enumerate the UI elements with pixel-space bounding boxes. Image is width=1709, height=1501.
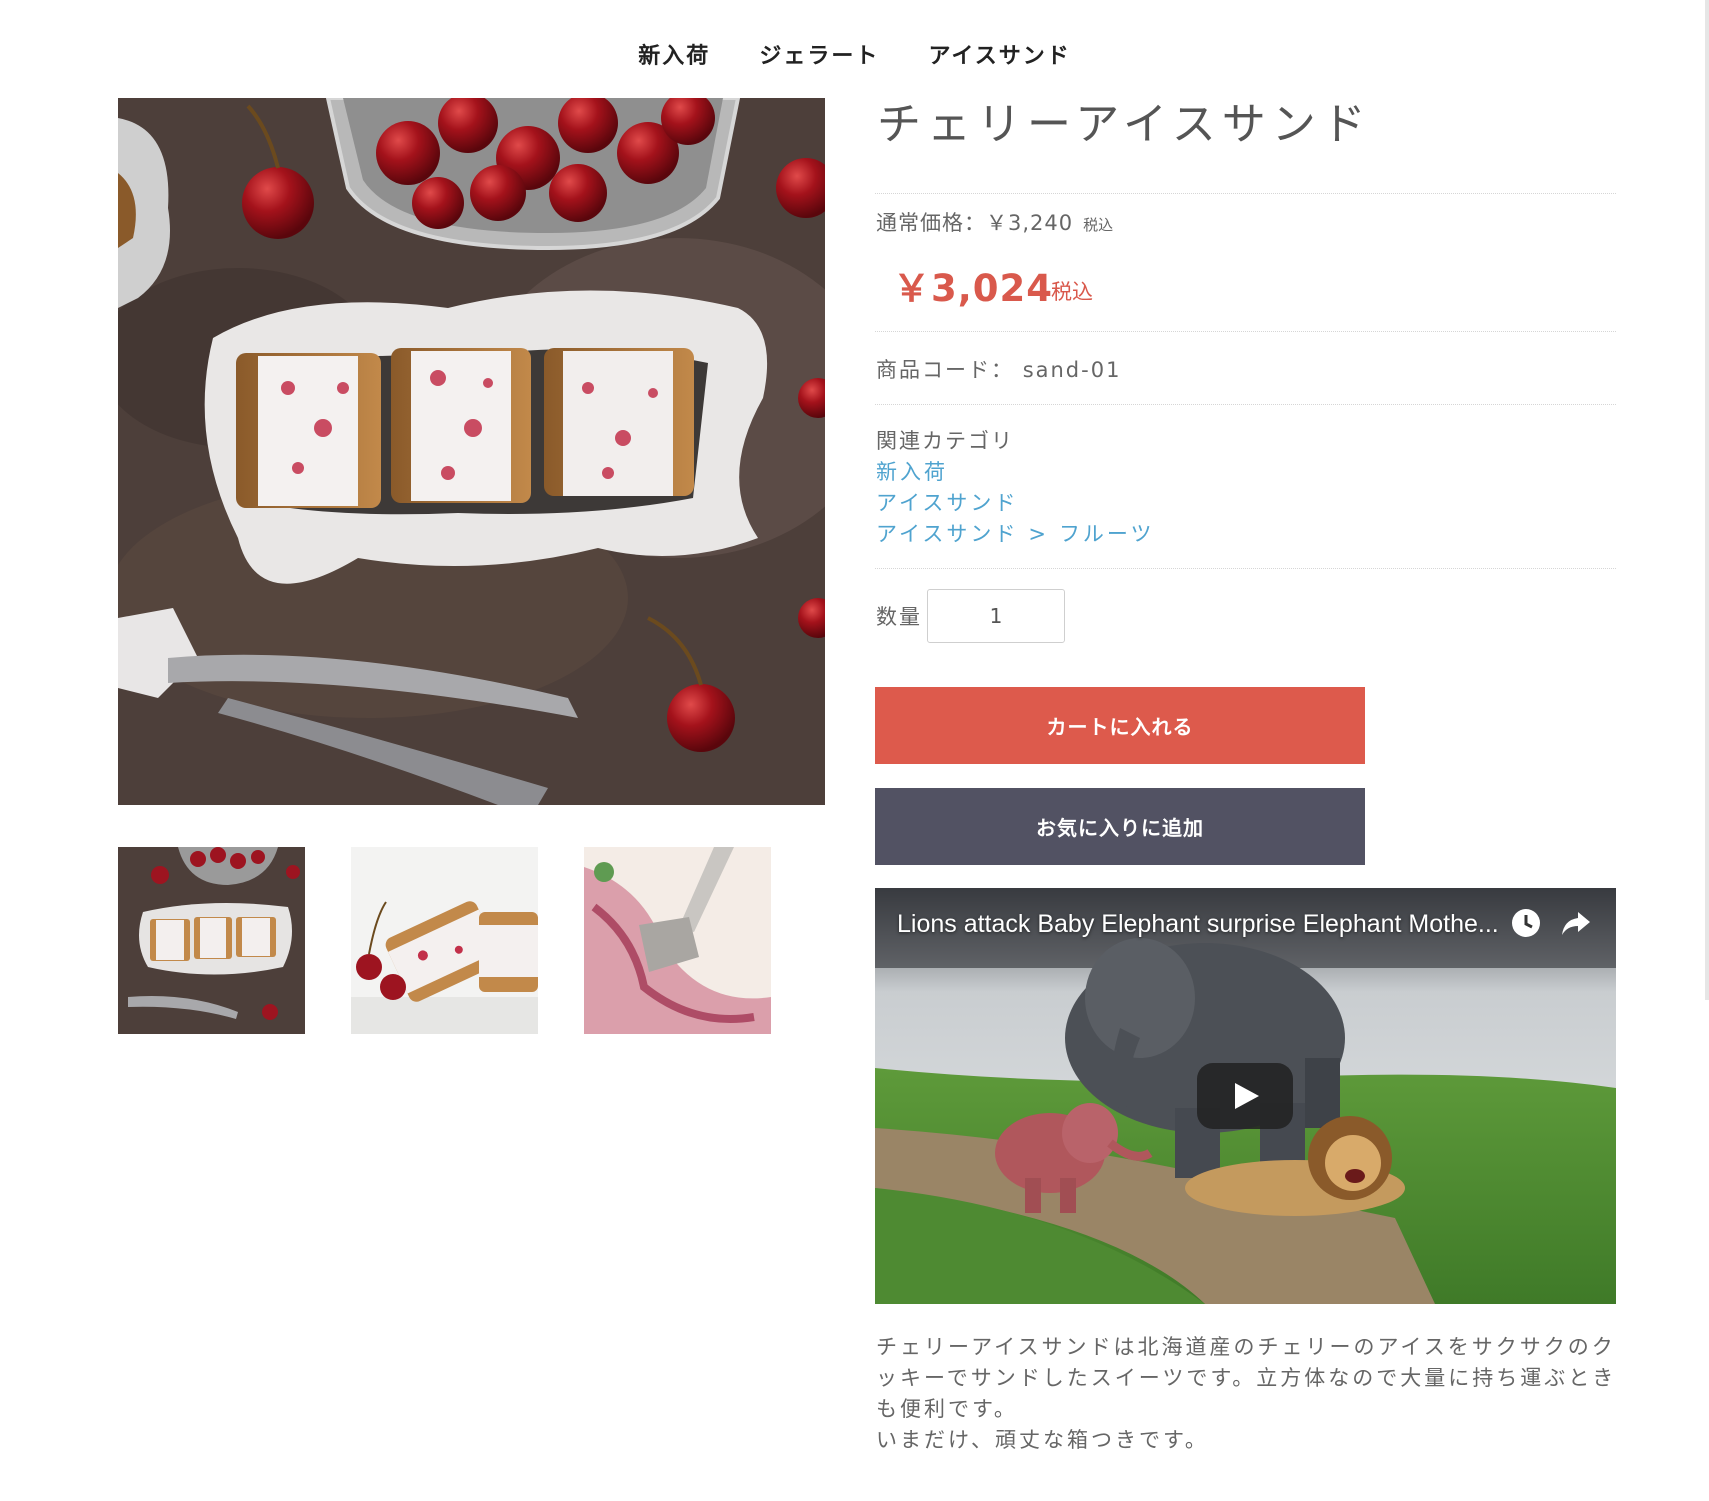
- category-link-part[interactable]: フルーツ: [1059, 522, 1155, 546]
- category-separator: >: [1028, 522, 1049, 546]
- share-icon[interactable]: [1558, 906, 1594, 940]
- divider: [875, 331, 1616, 332]
- description-line: いまだけ、頑丈な箱つきです。: [876, 1428, 1209, 1452]
- regular-price: 通常価格：￥3,240 税込: [876, 207, 1113, 237]
- product-title: チェリーアイスサンド: [877, 99, 1372, 150]
- add-to-favorites-button[interactable]: お気に入りに追加: [875, 788, 1365, 865]
- product-code: 商品コード： sand-01: [876, 354, 1121, 384]
- product-description: チェリーアイスサンドは北海道産のチェリーのアイスをサクサクのクッキーでサンドした…: [876, 1332, 1621, 1456]
- category-link-part[interactable]: アイスサンド: [876, 522, 1018, 546]
- main-product-image: [118, 98, 825, 805]
- nav-item-gelato[interactable]: ジェラート: [759, 38, 879, 70]
- sale-price: ￥3,024: [893, 267, 1054, 310]
- regular-price-tax: 税込: [1083, 216, 1114, 234]
- thumbnail-2[interactable]: [351, 847, 538, 1034]
- description-line: チェリーアイスサンドは北海道産のチェリーのアイスをサクサクのクッキーでサンドした…: [876, 1335, 1617, 1421]
- category-link-fruit[interactable]: アイスサンド > フルーツ: [876, 518, 1155, 548]
- video-player[interactable]: Lions attack Baby Elephant surprise Elep…: [875, 888, 1616, 1304]
- nav-item-new-arrivals[interactable]: 新入荷: [638, 38, 710, 70]
- divider: [875, 193, 1616, 194]
- nav-item-ice-sandwich[interactable]: アイスサンド: [928, 38, 1070, 70]
- scrollbar[interactable]: [1705, 0, 1709, 1000]
- thumbnail-3[interactable]: [584, 847, 771, 1034]
- category-link-ice-sandwich[interactable]: アイスサンド: [876, 487, 1018, 517]
- video-title[interactable]: Lions attack Baby Elephant surprise Elep…: [897, 910, 1499, 939]
- divider: [875, 404, 1616, 405]
- quantity-label: 数量: [876, 605, 922, 629]
- quantity-input[interactable]: [927, 589, 1065, 643]
- clock-icon[interactable]: [1509, 906, 1543, 940]
- thumbnail-1[interactable]: [118, 847, 305, 1034]
- sale-price-tax: 税込: [1051, 280, 1093, 304]
- product-code-label: 商品コード：: [876, 358, 1014, 382]
- top-nav: 新入荷 ジェラート アイスサンド: [0, 38, 1709, 70]
- product-code-value: sand-01: [1022, 358, 1122, 382]
- regular-price-value: 通常価格：￥3,240: [876, 211, 1074, 235]
- divider: [875, 568, 1616, 569]
- add-to-cart-button[interactable]: カートに入れる: [875, 687, 1365, 764]
- category-label: 関連カテゴリ: [876, 429, 1014, 453]
- play-icon[interactable]: [1197, 1063, 1293, 1129]
- category-link-new-arrivals[interactable]: 新入荷: [876, 456, 948, 486]
